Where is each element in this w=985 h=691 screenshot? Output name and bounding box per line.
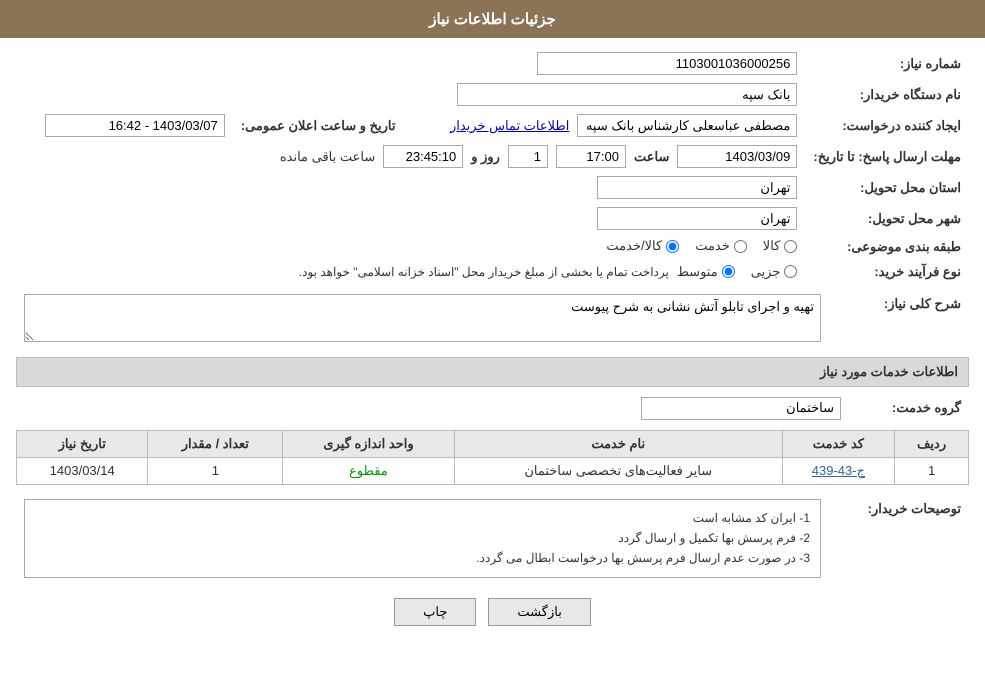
purchase-motawaset-item[interactable]: متوسط: [677, 264, 735, 280]
purchase-jozei-label: جزیی: [751, 264, 781, 280]
deadline-date-input[interactable]: [677, 145, 797, 168]
cell-qty: 1: [148, 457, 283, 484]
category-label: طبقه بندی موضوعی:: [805, 234, 969, 260]
purchase-note: پرداخت تمام یا بخشی از مبلغ خریدار محل "…: [299, 265, 669, 279]
category-khedmat-radio[interactable]: [734, 240, 747, 253]
col-row-num: ردیف: [895, 430, 969, 457]
category-kala-radio[interactable]: [784, 240, 797, 253]
buyer-notes-section: توصیحات خریدار: 1- ایران کد مشابه است2- …: [16, 495, 969, 582]
cell-date: 1403/03/14: [17, 457, 148, 484]
org-input[interactable]: [457, 83, 797, 106]
service-group-input[interactable]: [641, 397, 841, 420]
category-kala-khedmat-label: کالا/خدمت: [606, 238, 662, 254]
category-kala-khedmat-radio[interactable]: [666, 240, 679, 253]
deadline-time-label: ساعت: [634, 149, 669, 165]
table-row: 1 ج-43-439 سایر فعالیت‌های تخصصی ساختمان…: [17, 457, 969, 484]
services-section-title: اطلاعات خدمات مورد نیاز: [16, 357, 969, 387]
category-radio-group: کالا خدمت کالا/خدمت: [606, 238, 797, 254]
col-qty: تعداد / مقدار: [148, 430, 283, 457]
cell-service-code: ج-43-439: [782, 457, 894, 484]
col-unit: واحد اندازه گیری: [283, 430, 455, 457]
purchase-motawaset-label: متوسط: [677, 264, 718, 280]
purchase-motawaset-radio[interactable]: [722, 265, 735, 278]
contact-link[interactable]: اطلاعات تماس خریدار: [450, 118, 569, 134]
deadline-remaining-label: ساعت باقی مانده: [280, 149, 375, 165]
back-button[interactable]: بازگشت: [488, 598, 590, 626]
purchase-radio-group: جزیی متوسط: [677, 264, 798, 280]
service-group-table: گروه خدمت:: [16, 393, 969, 424]
announce-label: تاریخ و ساعت اعلان عمومی:: [233, 110, 404, 141]
category-khedmat-label: خدمت: [695, 238, 730, 254]
note-line: 2- فرم پرسش بها تکمیل و ارسال گردد: [35, 528, 810, 548]
col-service-name: نام خدمت: [454, 430, 782, 457]
buyer-notes-content: 1- ایران کد مشابه است2- فرم پرسش بها تکم…: [24, 499, 821, 578]
purchase-label: نوع فرآیند خرید:: [805, 260, 969, 284]
announce-input[interactable]: [45, 114, 225, 137]
need-number-input[interactable]: [537, 52, 797, 75]
note-line: 3- در صورت عدم ارسال فرم پرسش بها درخواس…: [35, 548, 810, 568]
buyer-notes-label: توصیحات خریدار:: [829, 495, 969, 582]
description-section: شرح کلی نیاز:: [16, 290, 969, 349]
cell-service-name: سایر فعالیت‌های تخصصی ساختمان: [454, 457, 782, 484]
services-table: ردیف کد خدمت نام خدمت واحد اندازه گیری ت…: [16, 430, 969, 485]
cell-unit: مقطوع: [283, 457, 455, 484]
note-line: 1- ایران کد مشابه است: [35, 508, 810, 528]
deadline-days-input[interactable]: [508, 145, 548, 168]
deadline-remaining-input[interactable]: [383, 145, 463, 168]
city-label: شهر محل تحویل:: [805, 203, 969, 234]
category-kala-item[interactable]: کالا: [763, 238, 798, 254]
category-kala-khedmat-item[interactable]: کالا/خدمت: [606, 238, 679, 254]
page-header: جزئیات اطلاعات نیاز: [0, 0, 985, 38]
col-service-code: کد خدمت: [782, 430, 894, 457]
description-label: شرح کلی نیاز:: [829, 290, 969, 349]
cell-row-num: 1: [895, 457, 969, 484]
category-khedmat-item[interactable]: خدمت: [695, 238, 747, 254]
category-kala-label: کالا: [763, 238, 781, 254]
deadline-label: مهلت ارسال پاسخ: تا تاریخ:: [805, 141, 969, 172]
col-date: تاریخ نیاز: [17, 430, 148, 457]
creator-input[interactable]: [577, 114, 797, 137]
org-label: نام دستگاه خریدار:: [805, 79, 969, 110]
deadline-days-label: روز و: [471, 149, 500, 165]
service-group-label: گروه خدمت:: [849, 393, 969, 424]
city-input[interactable]: [597, 207, 797, 230]
province-input[interactable]: [597, 176, 797, 199]
deadline-time-input[interactable]: [556, 145, 626, 168]
creator-label: ایجاد کننده درخواست:: [805, 110, 969, 141]
page-title: جزئیات اطلاعات نیاز: [429, 11, 556, 28]
description-textarea[interactable]: [24, 294, 821, 342]
purchase-jozei-item[interactable]: جزیی: [751, 264, 798, 280]
print-button[interactable]: چاپ: [394, 598, 476, 626]
buttons-row: بازگشت چاپ: [16, 598, 969, 626]
need-number-label: شماره نیاز:: [805, 48, 969, 79]
province-label: استان محل تحویل:: [805, 172, 969, 203]
purchase-jozei-radio[interactable]: [784, 265, 797, 278]
need-info-table: شماره نیاز: نام دستگاه خریدار: ایج: [16, 48, 969, 284]
